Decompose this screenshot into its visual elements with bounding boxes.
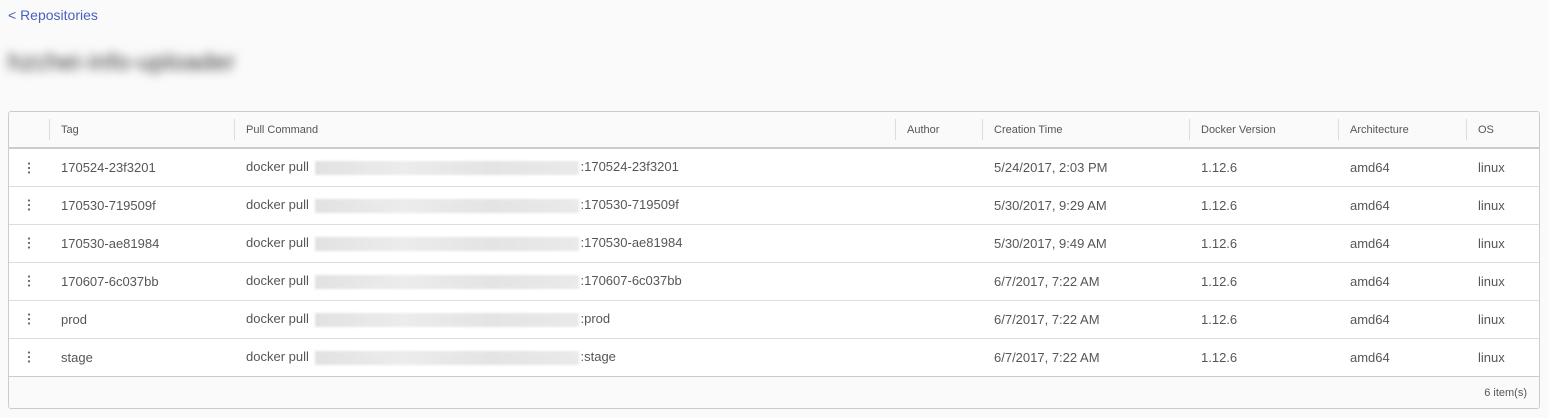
tag-cell: 170530-ae81984 [61, 235, 160, 251]
pull-command-suffix: :170524-23f3201 [580, 159, 679, 175]
os-cell: linux [1478, 197, 1505, 213]
table-row: 170530-719509f docker pull :170530-71950… [9, 186, 1539, 224]
architecture-cell: amd64 [1350, 197, 1390, 213]
os-cell: linux [1478, 159, 1505, 175]
pull-command-suffix: :170530-ae81984 [580, 235, 683, 251]
tags-table: Tag Pull Command Author Creation Time Do… [9, 112, 1539, 377]
table-row: prod docker pull :prod 6/7/2017, 7:22 AM… [9, 300, 1539, 338]
docker-version-cell: 1.12.6 [1201, 273, 1238, 289]
tag-cell: stage [61, 349, 93, 365]
os-cell: linux [1478, 235, 1505, 251]
redacted-registry-path [314, 350, 579, 365]
author-cell [895, 186, 982, 224]
tag-cell: 170524-23f3201 [61, 159, 156, 175]
table-row: 170524-23f3201 docker pull :170524-23f32… [9, 148, 1539, 186]
kebab-menu-icon[interactable] [21, 349, 37, 365]
table-row: 170607-6c037bb docker pull :170607-6c037… [9, 262, 1539, 300]
author-cell [895, 148, 982, 186]
tag-list-page: < Repositories hzchei-info-uploader Tag … [0, 0, 1549, 418]
table-header-row: Tag Pull Command Author Creation Time Do… [9, 112, 1539, 148]
architecture-cell: amd64 [1350, 349, 1390, 365]
item-count: 6 item(s) [1484, 387, 1527, 399]
tags-datagrid: Tag Pull Command Author Creation Time Do… [8, 111, 1540, 409]
author-cell [895, 300, 982, 338]
pull-command-cell: docker pull :170524-23f3201 [234, 148, 895, 186]
redacted-registry-path [314, 236, 579, 251]
column-header-architecture[interactable]: Architecture [1338, 112, 1466, 148]
pull-command-cell: docker pull :prod [234, 300, 895, 338]
author-cell [895, 262, 982, 300]
row-actions-cell [9, 300, 49, 338]
repository-title: hzchei-info-uploader [8, 49, 236, 76]
docker-version-cell: 1.12.6 [1201, 235, 1238, 251]
row-actions-cell [9, 186, 49, 224]
table-row: stage docker pull :stage 6/7/2017, 7:22 … [9, 338, 1539, 376]
docker-version-cell: 1.12.6 [1201, 311, 1238, 327]
column-header-os[interactable]: OS [1466, 112, 1539, 148]
pull-command-prefix: docker pull [246, 159, 309, 175]
os-cell: linux [1478, 273, 1505, 289]
pull-command-prefix: docker pull [246, 273, 309, 289]
pull-command-suffix: :170607-6c037bb [580, 273, 682, 289]
kebab-menu-icon[interactable] [21, 311, 37, 327]
datagrid-footer: 6 item(s) [9, 376, 1539, 408]
tag-cell: 170607-6c037bb [61, 273, 159, 289]
row-actions-cell [9, 224, 49, 262]
pull-command-cell: docker pull :170607-6c037bb [234, 262, 895, 300]
pull-command-cell: docker pull :stage [234, 338, 895, 376]
column-header-pull-command[interactable]: Pull Command [234, 112, 895, 148]
author-cell [895, 224, 982, 262]
redacted-registry-path [314, 312, 579, 327]
docker-version-cell: 1.12.6 [1201, 349, 1238, 365]
pull-command-cell: docker pull :170530-ae81984 [234, 224, 895, 262]
row-actions-cell [9, 338, 49, 376]
column-header-actions [9, 112, 49, 148]
kebab-menu-icon[interactable] [21, 235, 37, 251]
row-actions-cell [9, 262, 49, 300]
pull-command-suffix: :stage [580, 349, 616, 365]
creation-time-cell: 6/7/2017, 7:22 AM [994, 273, 1100, 289]
architecture-cell: amd64 [1350, 235, 1390, 251]
redacted-registry-path [314, 274, 579, 289]
author-cell [895, 338, 982, 376]
pull-command-prefix: docker pull [246, 235, 309, 251]
architecture-cell: amd64 [1350, 159, 1390, 175]
creation-time-cell: 5/30/2017, 9:29 AM [994, 197, 1107, 213]
creation-time-cell: 5/30/2017, 9:49 AM [994, 235, 1107, 251]
kebab-menu-icon[interactable] [21, 273, 37, 289]
column-header-creation-time[interactable]: Creation Time [982, 112, 1189, 148]
creation-time-cell: 5/24/2017, 2:03 PM [994, 159, 1108, 175]
pull-command-prefix: docker pull [246, 197, 309, 213]
pull-command-prefix: docker pull [246, 311, 309, 327]
redacted-registry-path [314, 161, 579, 176]
column-header-author[interactable]: Author [895, 112, 982, 148]
creation-time-cell: 6/7/2017, 7:22 AM [994, 311, 1100, 327]
column-header-tag[interactable]: Tag [49, 112, 234, 148]
kebab-menu-icon[interactable] [21, 160, 37, 176]
docker-version-cell: 1.12.6 [1201, 197, 1238, 213]
column-header-docker-version[interactable]: Docker Version [1189, 112, 1338, 148]
tag-cell: prod [61, 311, 88, 327]
pull-command-suffix: :170530-719509f [580, 197, 679, 213]
table-row: 170530-ae81984 docker pull :170530-ae819… [9, 224, 1539, 262]
creation-time-cell: 6/7/2017, 7:22 AM [994, 349, 1100, 365]
pull-command-cell: docker pull :170530-719509f [234, 186, 895, 224]
redacted-registry-path [314, 198, 579, 213]
docker-version-cell: 1.12.6 [1201, 159, 1238, 175]
os-cell: linux [1478, 349, 1505, 365]
row-actions-cell [9, 148, 49, 186]
pull-command-suffix: :prod [580, 311, 611, 327]
kebab-menu-icon[interactable] [21, 197, 37, 213]
back-to-repositories-link[interactable]: < Repositories [8, 6, 98, 24]
architecture-cell: amd64 [1350, 273, 1390, 289]
os-cell: linux [1478, 311, 1505, 327]
tag-cell: 170530-719509f [61, 197, 156, 213]
architecture-cell: amd64 [1350, 311, 1390, 327]
pull-command-prefix: docker pull [246, 349, 309, 365]
